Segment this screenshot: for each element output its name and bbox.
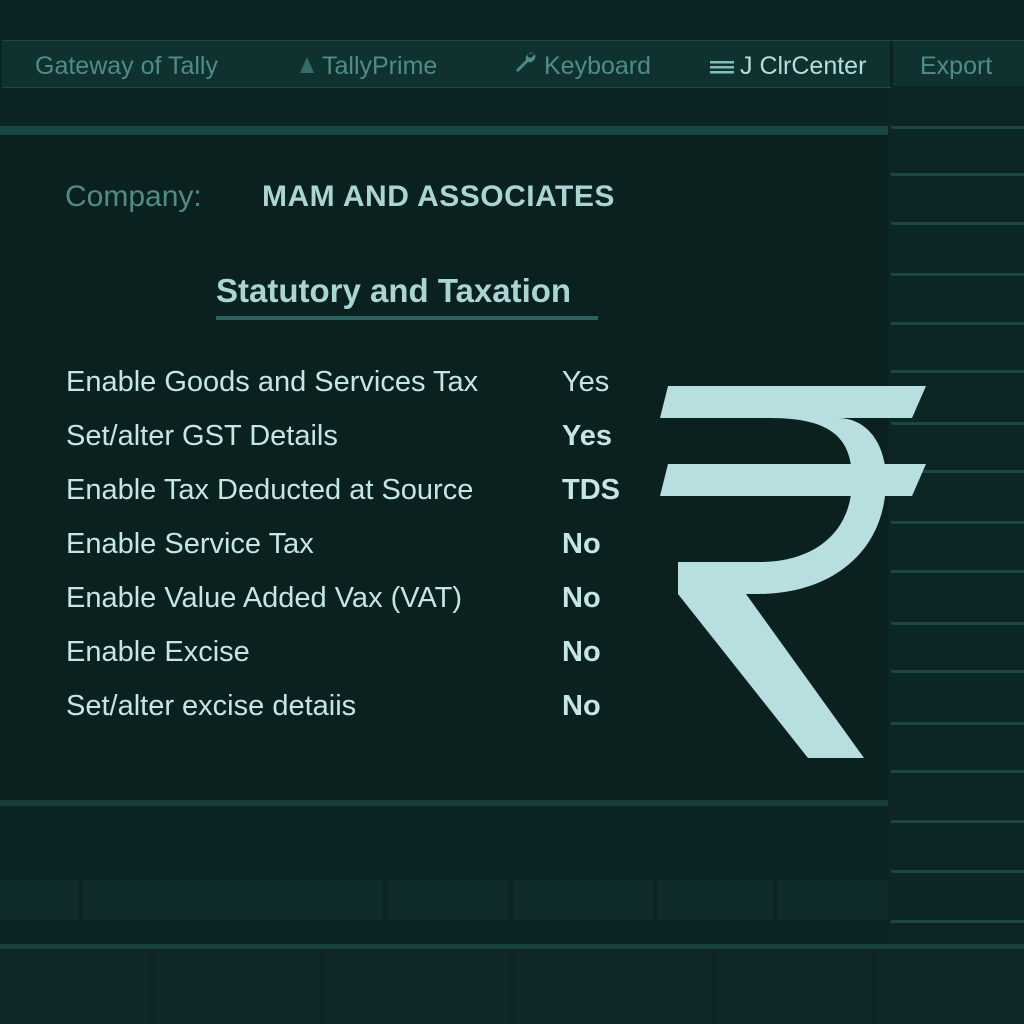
bottom-button-bar (0, 880, 888, 920)
option-value[interactable]: No (562, 528, 601, 561)
sidebar-divider (891, 126, 1024, 129)
sidebar-divider (891, 820, 1024, 823)
option-label: Enable Service Tax (66, 528, 314, 560)
bottom-cell (514, 949, 712, 1024)
option-enable-service-tax[interactable]: Enable Service Tax No (66, 528, 646, 572)
option-label: Enable Value Added Vax (VAT) (66, 582, 463, 614)
bottom-cell (154, 949, 320, 1024)
menu-clrcenter-label: J ClrCenter (740, 52, 867, 80)
option-value[interactable]: No (562, 690, 601, 723)
bottom-cell (83, 880, 383, 920)
option-enable-tds[interactable]: Enable Tax Deducted at Source TDS (66, 474, 646, 518)
option-value[interactable]: No (562, 582, 601, 615)
menu-gateway-label: Gateway of Tally (35, 52, 218, 80)
menu-export-label: Export (920, 52, 993, 80)
menu-export[interactable]: Export (920, 41, 992, 87)
lines-icon (710, 42, 734, 92)
bottom-cell (513, 880, 653, 920)
option-enable-gst[interactable]: Enable Goods and Services Tax Yes (66, 366, 646, 410)
option-label: Enable Tax Deducted at Source (66, 474, 474, 506)
top-menu-bar: Gateway of Tally TallyPrime Keyboard J C… (2, 40, 1024, 88)
option-enable-vat[interactable]: Enable Value Added Vax (VAT) No (66, 582, 646, 626)
option-label: Enable Goods and Services Tax (66, 366, 479, 398)
option-label: Set/alter excise detaiis (66, 690, 357, 722)
bottom-cell (324, 949, 510, 1024)
bottom-cell (388, 880, 508, 920)
panel-top-border (0, 126, 888, 135)
company-name: MAM AND ASSOCIATES (262, 180, 615, 213)
menu-divider (890, 41, 893, 87)
option-label: Set/alter GST Details (66, 420, 338, 452)
menu-keyboard[interactable]: Keyboard (512, 41, 651, 87)
option-enable-excise[interactable]: Enable Excise No (66, 636, 646, 680)
option-value[interactable]: No (562, 636, 601, 669)
option-value[interactable]: Yes (562, 420, 612, 453)
bottom-cell (876, 949, 1024, 1024)
menu-clrcenter[interactable]: J ClrCenter (710, 41, 866, 87)
bottom-cell (0, 880, 78, 920)
bottom-cell (716, 949, 872, 1024)
section-title-underline (216, 316, 598, 320)
bottom-cell (778, 880, 888, 920)
menu-gateway-of-tally[interactable]: Gateway of Tally (35, 41, 218, 87)
menu-keyboard-label: Keyboard (544, 52, 652, 80)
option-value[interactable]: Yes (562, 366, 609, 399)
tally-screen: Gateway of Tally TallyPrime Keyboard J C… (0, 0, 1024, 1024)
option-value[interactable]: TDS (562, 474, 620, 507)
option-label: Enable Excise (66, 636, 250, 668)
bottom-status-bar (0, 949, 1024, 1024)
section-title: Statutory and Taxation (216, 272, 572, 309)
sidebar-divider (891, 222, 1024, 225)
sidebar-divider (891, 770, 1024, 773)
company-label: Company: (65, 180, 202, 213)
sidebar-divider (891, 173, 1024, 176)
sidebar-divider (891, 273, 1024, 276)
panel-bottom-border (0, 800, 888, 806)
sidebar-divider (891, 870, 1024, 873)
sidebar-divider (891, 370, 1024, 373)
wrench-icon (512, 42, 538, 92)
bottom-cell (658, 880, 773, 920)
option-set-alter-excise[interactable]: Set/alter excise detaiis No (66, 690, 646, 734)
sidebar-divider (891, 920, 1024, 923)
triangle-icon (298, 42, 316, 92)
bottom-cell (0, 949, 150, 1024)
menu-tallyprime-label: TallyPrime (322, 52, 438, 80)
option-set-alter-gst[interactable]: Set/alter GST Details Yes (66, 420, 646, 464)
menu-tallyprime[interactable]: TallyPrime (298, 41, 437, 87)
rupee-icon (660, 386, 930, 758)
sidebar-divider (891, 322, 1024, 325)
